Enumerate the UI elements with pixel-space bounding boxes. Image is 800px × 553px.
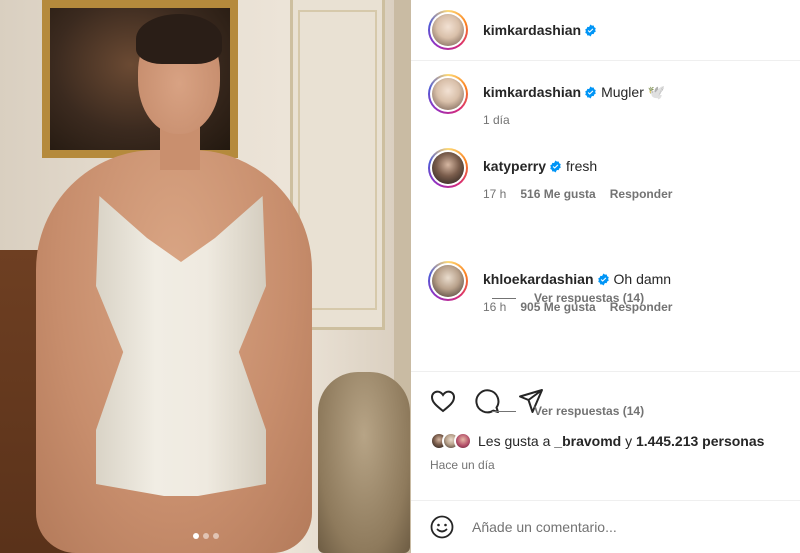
verified-icon xyxy=(585,24,596,36)
comment-likes[interactable]: 516 Me gusta xyxy=(520,187,595,201)
comment-item: khloekardashian Oh damn 16 h 905 Me gusta… xyxy=(428,261,686,314)
post-sidebar: kimkardashian kimkardashian Mugler 🕊️ 1 d… xyxy=(411,0,800,553)
likes-text: Les gusta a _bravomd y 1.445.213 persona… xyxy=(478,433,765,449)
comment-time[interactable]: 17 h xyxy=(483,187,506,201)
post-image[interactable] xyxy=(0,0,411,553)
verified-icon xyxy=(597,273,609,286)
comment-time[interactable]: 16 h xyxy=(483,300,506,314)
reply-button[interactable]: Responder xyxy=(610,300,673,314)
carousel-dot xyxy=(202,533,209,539)
post-date: Hace un día xyxy=(430,458,495,472)
post-header: kimkardashian xyxy=(411,0,800,61)
comment-text: Oh damn xyxy=(613,271,672,287)
comment-item: katyperry fresh 17 h 516 Me gusta Respond… xyxy=(428,148,686,201)
carousel-dot xyxy=(212,533,219,539)
likes-count[interactable]: 1.445.213 personas xyxy=(636,433,764,449)
comment-input[interactable]: Añade un comentario... xyxy=(472,519,617,535)
heart-icon[interactable] xyxy=(430,389,456,413)
author-avatar[interactable] xyxy=(428,10,468,50)
likes-summary[interactable]: Les gusta a _bravomd y 1.445.213 persona… xyxy=(411,430,800,452)
comment-avatar[interactable] xyxy=(428,261,468,301)
carousel-dot-active xyxy=(192,533,199,539)
add-comment-bar: Añade un comentario... xyxy=(411,500,800,553)
comments-list: kimkardashian Mugler 🕊️ 1 día katyperry fr… xyxy=(411,61,800,418)
emoji-icon[interactable] xyxy=(430,515,454,539)
verified-icon xyxy=(585,86,596,99)
armchair xyxy=(318,372,410,553)
comment-username[interactable]: katyperry xyxy=(483,158,546,174)
person-hair xyxy=(136,14,222,64)
comment-likes[interactable]: 905 Me gusta xyxy=(520,300,595,314)
liker-username[interactable]: _bravomd xyxy=(554,433,621,449)
caption-avatar[interactable] xyxy=(428,74,468,114)
view-replies-button[interactable]: Ver respuestas (14) xyxy=(492,404,644,418)
caption-time[interactable]: 1 día xyxy=(483,113,510,127)
caption-username[interactable]: kimkardashian xyxy=(483,84,581,100)
reply-button[interactable]: Responder xyxy=(610,187,673,201)
carousel-indicator xyxy=(0,533,411,539)
comment-avatar[interactable] xyxy=(428,148,468,188)
action-bar xyxy=(411,372,800,430)
caption: kimkardashian Mugler 🕊️ 1 día xyxy=(428,74,665,127)
divider-dash xyxy=(492,410,516,412)
view-replies-label: Ver respuestas (14) xyxy=(534,404,645,418)
verified-icon xyxy=(550,160,561,173)
author-username[interactable]: kimkardashian xyxy=(483,22,581,38)
caption-text: Mugler 🕊️ xyxy=(601,84,666,100)
comment-text: fresh xyxy=(566,158,598,174)
comment-username[interactable]: khloekardashian xyxy=(483,271,594,287)
liker-avatar xyxy=(454,432,472,450)
